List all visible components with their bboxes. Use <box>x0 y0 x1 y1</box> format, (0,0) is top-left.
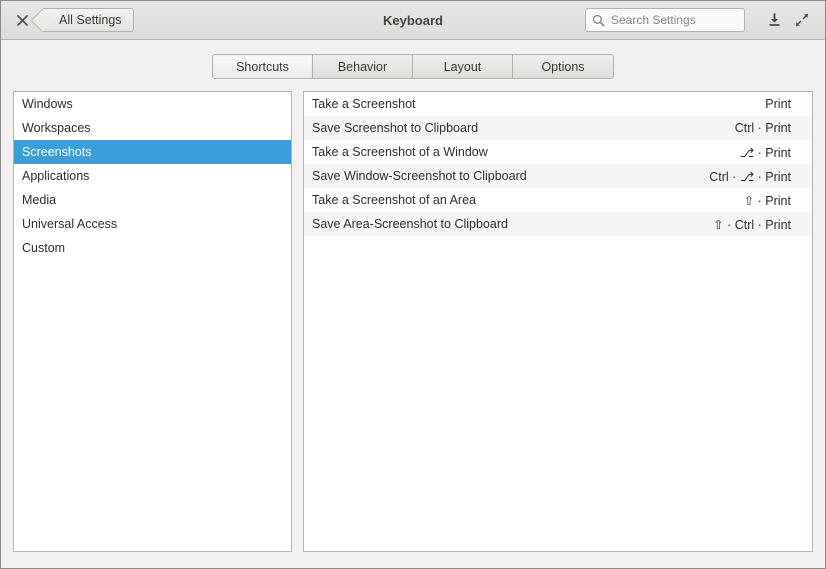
shortcut-keys-label[interactable]: Ctrl · ⎇ · Print <box>709 169 804 184</box>
sidebar-item-windows[interactable]: Windows <box>14 92 291 116</box>
shortcut-keys-label[interactable]: ⎇ · Print <box>740 145 804 160</box>
shortcut-keys-label[interactable]: Print <box>765 97 804 111</box>
sidebar-item-custom[interactable]: Custom <box>14 236 291 260</box>
tab-layout[interactable]: Layout <box>413 55 513 78</box>
close-button[interactable] <box>11 9 33 31</box>
shortcut-list-pane: Take a Screenshot Print Save Screenshot … <box>303 91 813 552</box>
search-icon <box>592 14 605 26</box>
shortcut-action-label: Take a Screenshot <box>312 97 416 111</box>
table-row[interactable]: Save Screenshot to Clipboard Ctrl · Prin… <box>304 116 812 140</box>
keyboard-settings-window: All Settings Keyboard Search Settings Sh… <box>0 0 826 569</box>
tab-options[interactable]: Options <box>513 55 613 78</box>
search-input[interactable] <box>611 13 738 27</box>
minimize-button[interactable] <box>761 8 787 32</box>
shortcut-keys-label[interactable]: ⇧ · Ctrl · Print <box>713 217 804 232</box>
table-row[interactable]: Take a Screenshot Print <box>304 92 812 116</box>
shortcut-action-label: Save Window-Screenshot to Clipboard <box>312 169 527 183</box>
category-list: Windows Workspaces Screenshots Applicati… <box>14 92 291 260</box>
sidebar-item-universal-access[interactable]: Universal Access <box>14 212 291 236</box>
shortcut-action-label: Save Screenshot to Clipboard <box>312 121 479 135</box>
expand-arrows-icon <box>795 13 809 27</box>
search-settings-box[interactable] <box>585 8 745 32</box>
close-icon <box>16 14 28 26</box>
shortcut-keys-label[interactable]: Ctrl · Print <box>735 121 804 135</box>
content-area: Windows Workspaces Screenshots Applicati… <box>1 91 825 568</box>
table-row[interactable]: Save Area-Screenshot to Clipboard ⇧ · Ct… <box>304 212 812 236</box>
sidebar-item-media[interactable]: Media <box>14 188 291 212</box>
shortcut-action-label: Take a Screenshot of a Window <box>312 145 488 159</box>
shortcut-keys-label[interactable]: ⇧ · Print <box>744 193 804 208</box>
tab-bar-wrapper: Shortcuts Behavior Layout Options <box>1 40 825 91</box>
download-arrow-icon <box>768 13 780 26</box>
shortcut-list: Take a Screenshot Print Save Screenshot … <box>304 92 812 236</box>
table-row[interactable]: Save Window-Screenshot to Clipboard Ctrl… <box>304 164 812 188</box>
all-settings-back-button[interactable]: All Settings <box>43 8 134 32</box>
table-row[interactable]: Take a Screenshot of an Area ⇧ · Print <box>304 188 812 212</box>
tab-bar: Shortcuts Behavior Layout Options <box>212 54 614 79</box>
titlebar-actions <box>585 8 815 32</box>
shortcut-action-label: Take a Screenshot of an Area <box>312 193 476 207</box>
category-list-pane: Windows Workspaces Screenshots Applicati… <box>13 91 292 552</box>
all-settings-label: All Settings <box>59 13 122 27</box>
tab-behavior[interactable]: Behavior <box>313 55 413 78</box>
maximize-button[interactable] <box>789 8 815 32</box>
shortcut-action-label: Save Area-Screenshot to Clipboard <box>312 217 508 231</box>
titlebar: All Settings Keyboard <box>1 1 825 40</box>
sidebar-item-applications[interactable]: Applications <box>14 164 291 188</box>
sidebar-item-workspaces[interactable]: Workspaces <box>14 116 291 140</box>
sidebar-item-screenshots[interactable]: Screenshots <box>14 140 291 164</box>
table-row[interactable]: Take a Screenshot of a Window ⎇ · Print <box>304 140 812 164</box>
tab-shortcuts[interactable]: Shortcuts <box>213 55 313 78</box>
